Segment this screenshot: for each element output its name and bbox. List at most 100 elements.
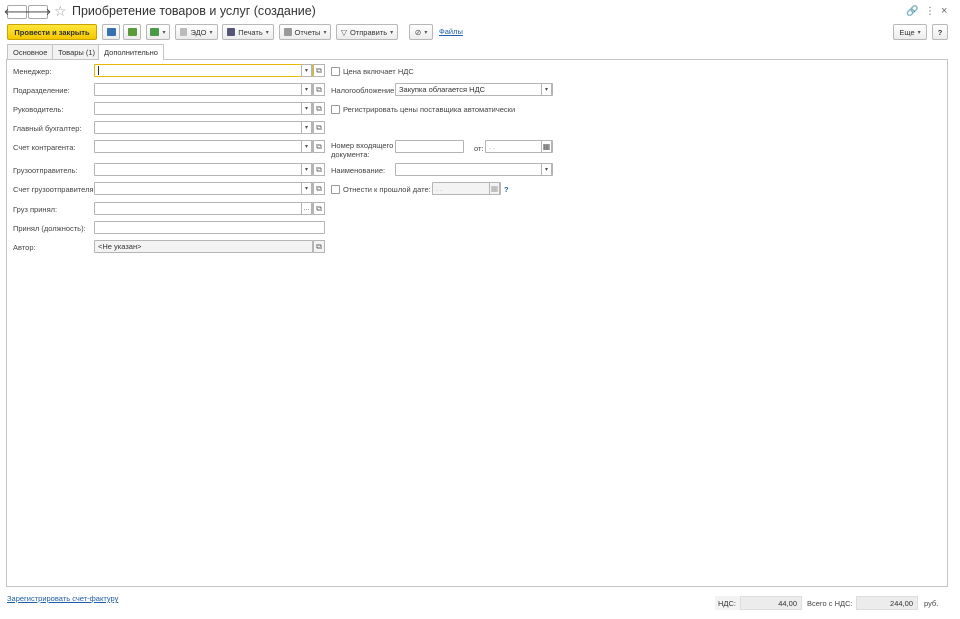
shipper-account-open-button[interactable]: ⧉: [313, 182, 325, 195]
open-link-icon: ⧉: [316, 103, 322, 113]
chevron-down-icon: ▾: [544, 87, 548, 93]
head-input[interactable]: [94, 102, 313, 115]
tab-goods[interactable]: Товары (1): [52, 44, 102, 59]
taxation-select[interactable]: Закупка облагается НДС: [395, 83, 553, 96]
edo-button[interactable]: ЭДО ▾: [175, 24, 218, 40]
open-link-icon: ⧉: [316, 183, 322, 193]
create-based-on-icon: [150, 28, 160, 36]
name-select[interactable]: [395, 163, 553, 176]
printer-icon: [227, 28, 236, 36]
favorite-star-icon[interactable]: ☆: [54, 3, 67, 20]
department-label: Подразделение:: [13, 86, 70, 95]
link-icon[interactable]: 🔗: [906, 6, 918, 17]
tab-label: Дополнительно: [104, 48, 158, 57]
register-prices-label: Регистрировать цены поставщика автоматич…: [343, 105, 516, 114]
more-menu-icon[interactable]: ⋮: [925, 6, 935, 17]
send-button[interactable]: ▽ Отправить ▾: [336, 24, 398, 40]
save-button[interactable]: [102, 24, 120, 40]
manager-open-button[interactable]: ⧉: [313, 64, 325, 77]
register-invoice-link[interactable]: Зарегистрировать счет-фактуру: [7, 594, 118, 603]
create-based-on-button[interactable]: ▾: [146, 24, 170, 40]
help-button[interactable]: ?: [932, 24, 948, 40]
manager-dropdown-button[interactable]: ▾: [301, 64, 312, 77]
tab-additional[interactable]: Дополнительно: [98, 44, 164, 60]
counterparty-account-open-button[interactable]: ⧉: [313, 140, 325, 153]
calendar-icon: ▦: [490, 184, 499, 193]
taxation-label: Налогообложение:: [331, 86, 397, 95]
department-open-button[interactable]: ⧉: [313, 83, 325, 96]
chevron-down-icon: ▾: [304, 186, 308, 192]
more-label: Еще: [899, 27, 915, 37]
department-input[interactable]: [94, 83, 313, 96]
tab-label: Основное: [13, 47, 48, 57]
manager-label: Менеджер:: [13, 67, 52, 76]
open-link-icon: ⧉: [316, 65, 322, 75]
calendar-button[interactable]: ▦: [541, 140, 552, 153]
form-panel: [6, 59, 948, 587]
cargo-received-label: Груз принял:: [13, 205, 58, 214]
chief-accountant-dropdown-button[interactable]: ▾: [301, 121, 312, 134]
cargo-received-select-button[interactable]: ...: [301, 202, 312, 215]
cargo-received-open-button[interactable]: ⧉: [313, 202, 325, 215]
total-amount-field: 244,00: [856, 596, 918, 610]
register-prices-checkbox[interactable]: [331, 105, 340, 114]
received-position-input[interactable]: [94, 221, 325, 234]
files-link[interactable]: Файлы: [439, 27, 463, 36]
dropdown-caret-icon: ▾: [209, 29, 213, 36]
shipper-dropdown-button[interactable]: ▾: [301, 163, 312, 176]
more-button[interactable]: Еще ▾: [893, 24, 927, 40]
author-value: <Не указан>: [98, 242, 142, 251]
close-icon[interactable]: ×: [941, 5, 947, 17]
incoming-doc-number-input[interactable]: [395, 140, 464, 153]
reports-button[interactable]: Отчеты ▾: [279, 24, 331, 40]
counterparty-account-input[interactable]: [94, 140, 313, 153]
shipper-open-button[interactable]: ⧉: [313, 163, 325, 176]
past-date-checkbox[interactable]: [331, 185, 340, 194]
forward-button[interactable]: 🡒: [25, 5, 51, 19]
attachments-button[interactable]: ⊘ ▾: [409, 24, 433, 40]
past-date-label: Отнести к прошлой дате:: [343, 185, 431, 194]
chevron-down-icon: ▾: [304, 106, 308, 112]
head-open-button[interactable]: ⧉: [313, 102, 325, 115]
head-dropdown-button[interactable]: ▾: [301, 102, 312, 115]
ellipsis-icon: ...: [303, 205, 310, 212]
price-includes-vat-checkbox[interactable]: [331, 67, 340, 76]
chief-accountant-open-button[interactable]: ⧉: [313, 121, 325, 134]
chevron-down-icon: ▾: [304, 87, 308, 93]
total-amount: 244,00: [890, 598, 913, 608]
chevron-down-icon: ▾: [304, 167, 308, 173]
open-link-icon: ⧉: [316, 241, 322, 251]
shipper-account-input[interactable]: [94, 182, 313, 195]
shipper-input[interactable]: [94, 163, 313, 176]
print-button[interactable]: Печать ▾: [222, 24, 274, 40]
open-link-icon: ⧉: [316, 84, 322, 94]
date-placeholder: . .: [489, 142, 496, 151]
post-and-close-button[interactable]: Провести и закрыть: [7, 24, 97, 40]
send-icon: ▽: [340, 27, 347, 37]
author-field: <Не указан>: [94, 240, 313, 253]
chief-accountant-label: Главный бухгалтер:: [13, 124, 82, 133]
reports-label: Отчеты: [294, 27, 321, 37]
open-link-icon: ⧉: [316, 141, 322, 151]
tab-label: Товары (1): [58, 47, 96, 57]
cargo-received-input[interactable]: [94, 202, 313, 215]
paperclip-icon: ⊘: [414, 27, 422, 37]
calendar-icon: ▦: [542, 142, 551, 151]
manager-input[interactable]: [94, 64, 313, 77]
shipper-account-dropdown-button[interactable]: ▾: [301, 182, 312, 195]
dropdown-caret-icon: ▾: [390, 29, 394, 36]
past-date-help-icon[interactable]: ?: [504, 185, 509, 194]
tab-main[interactable]: Основное: [7, 44, 54, 59]
dropdown-caret-icon: ▾: [162, 29, 166, 36]
name-dropdown-button[interactable]: ▾: [541, 163, 552, 176]
page-title: Приобретение товаров и услуг (создание): [72, 4, 316, 18]
author-open-button[interactable]: ⧉: [313, 240, 325, 253]
dropdown-caret-icon: ▾: [265, 29, 269, 36]
counterparty-account-dropdown-button[interactable]: ▾: [301, 140, 312, 153]
department-dropdown-button[interactable]: ▾: [301, 83, 312, 96]
chevron-down-icon: ▾: [304, 144, 308, 150]
taxation-dropdown-button[interactable]: ▾: [541, 83, 552, 96]
open-link-icon: ⧉: [316, 122, 322, 132]
chief-accountant-input[interactable]: [94, 121, 313, 134]
post-button[interactable]: [123, 24, 141, 40]
